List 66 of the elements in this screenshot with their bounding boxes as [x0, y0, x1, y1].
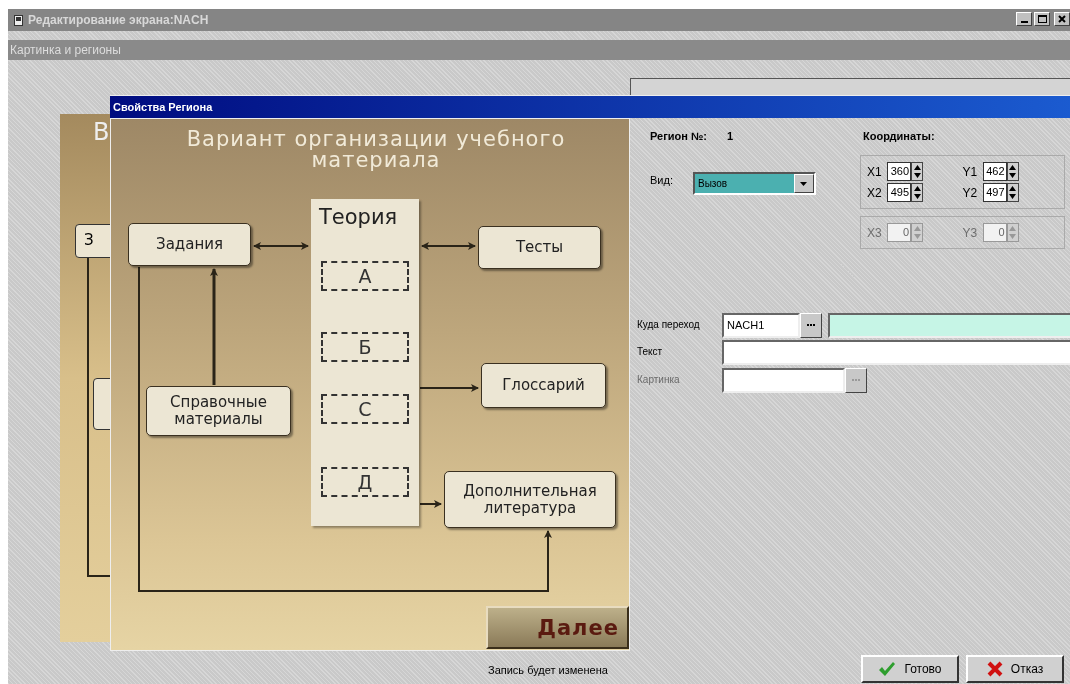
up-down-arrows-icon	[1009, 225, 1016, 240]
region-number: 1	[726, 130, 733, 144]
status-text: Запись будет изменена	[488, 664, 608, 676]
up-down-arrows-icon	[1009, 185, 1016, 200]
spin-field[interactable]: 360	[887, 162, 911, 181]
dashed-section: Б	[321, 332, 409, 362]
spin-field[interactable]: 495	[887, 183, 911, 202]
spin-field[interactable]: 462	[982, 162, 1007, 181]
target-label: Куда переход	[637, 320, 701, 330]
coordinate-label: Y2	[962, 185, 979, 200]
target-name-field[interactable]	[828, 312, 1070, 338]
coordinate-label: Y3	[962, 225, 979, 240]
coordinate-label: X3	[867, 225, 883, 240]
double-arrow	[253, 242, 309, 250]
browse-button[interactable]	[800, 312, 822, 338]
dashed-section: С	[321, 394, 409, 424]
window-title: Редактирование экрана:NACH	[28, 13, 209, 27]
dropdown-button[interactable]	[793, 174, 814, 193]
minimize-icon	[1020, 20, 1028, 23]
caret-icon	[800, 181, 808, 186]
picture-title: Вариант организации учебного материала	[185, 129, 567, 171]
close-icon	[986, 661, 1003, 677]
next-button[interactable]: Далее	[486, 606, 629, 649]
up-down-arrows-icon	[913, 225, 921, 240]
double-arrow	[421, 242, 476, 250]
dashed-section: Д	[321, 467, 409, 497]
text-field[interactable]	[722, 339, 1070, 365]
browse-button[interactable]	[845, 367, 867, 393]
spin-field[interactable]: 497	[982, 183, 1007, 202]
dashed-section: А	[321, 261, 409, 291]
cancel-button[interactable]: Отказ	[966, 655, 1064, 683]
minimize-button[interactable]	[1016, 12, 1032, 26]
region-label: Регион №:	[650, 130, 707, 144]
diagram-box: Тесты	[478, 226, 601, 269]
up-down-arrows-icon	[1009, 164, 1016, 179]
coordinate-label: Y1	[962, 164, 979, 179]
target-field[interactable]: NACH1	[722, 312, 800, 338]
view-label: Вид:	[650, 174, 673, 188]
coordinates-label: Координаты:	[863, 130, 935, 144]
picture-field[interactable]	[722, 367, 845, 393]
view-dropdown[interactable]: Вызов	[692, 172, 816, 195]
arrow	[419, 384, 479, 392]
diagram-box: Справочные материалы	[146, 386, 291, 436]
maximize-icon	[1037, 15, 1047, 23]
text-label: Текст	[637, 347, 664, 357]
picture-text: В	[93, 118, 110, 146]
caption-title: Картинка и регионы	[10, 43, 121, 57]
up-down-arrows-icon	[913, 164, 921, 179]
check-icon	[878, 661, 897, 677]
dialog-title: Свойства Региона	[113, 101, 213, 113]
spin-button[interactable]	[911, 183, 923, 202]
maximize-button[interactable]	[1034, 12, 1050, 26]
spin-button[interactable]	[911, 162, 923, 181]
coordinate-label: X2	[867, 185, 883, 200]
up-down-arrows-icon	[913, 185, 921, 200]
picture-label: Картинка	[637, 375, 681, 385]
diagram-box: Глоссарий	[481, 363, 606, 408]
close-icon	[1058, 15, 1066, 23]
close-button[interactable]	[1054, 12, 1070, 26]
done-button[interactable]: Готово	[861, 655, 959, 683]
arrow	[419, 500, 442, 508]
diagram-box: Задания	[128, 223, 251, 266]
column-title: Теория	[319, 205, 398, 229]
diagram-box: Дополнительная литература	[444, 471, 616, 528]
coordinate-label: X1	[867, 164, 883, 179]
window-icon	[14, 14, 23, 26]
